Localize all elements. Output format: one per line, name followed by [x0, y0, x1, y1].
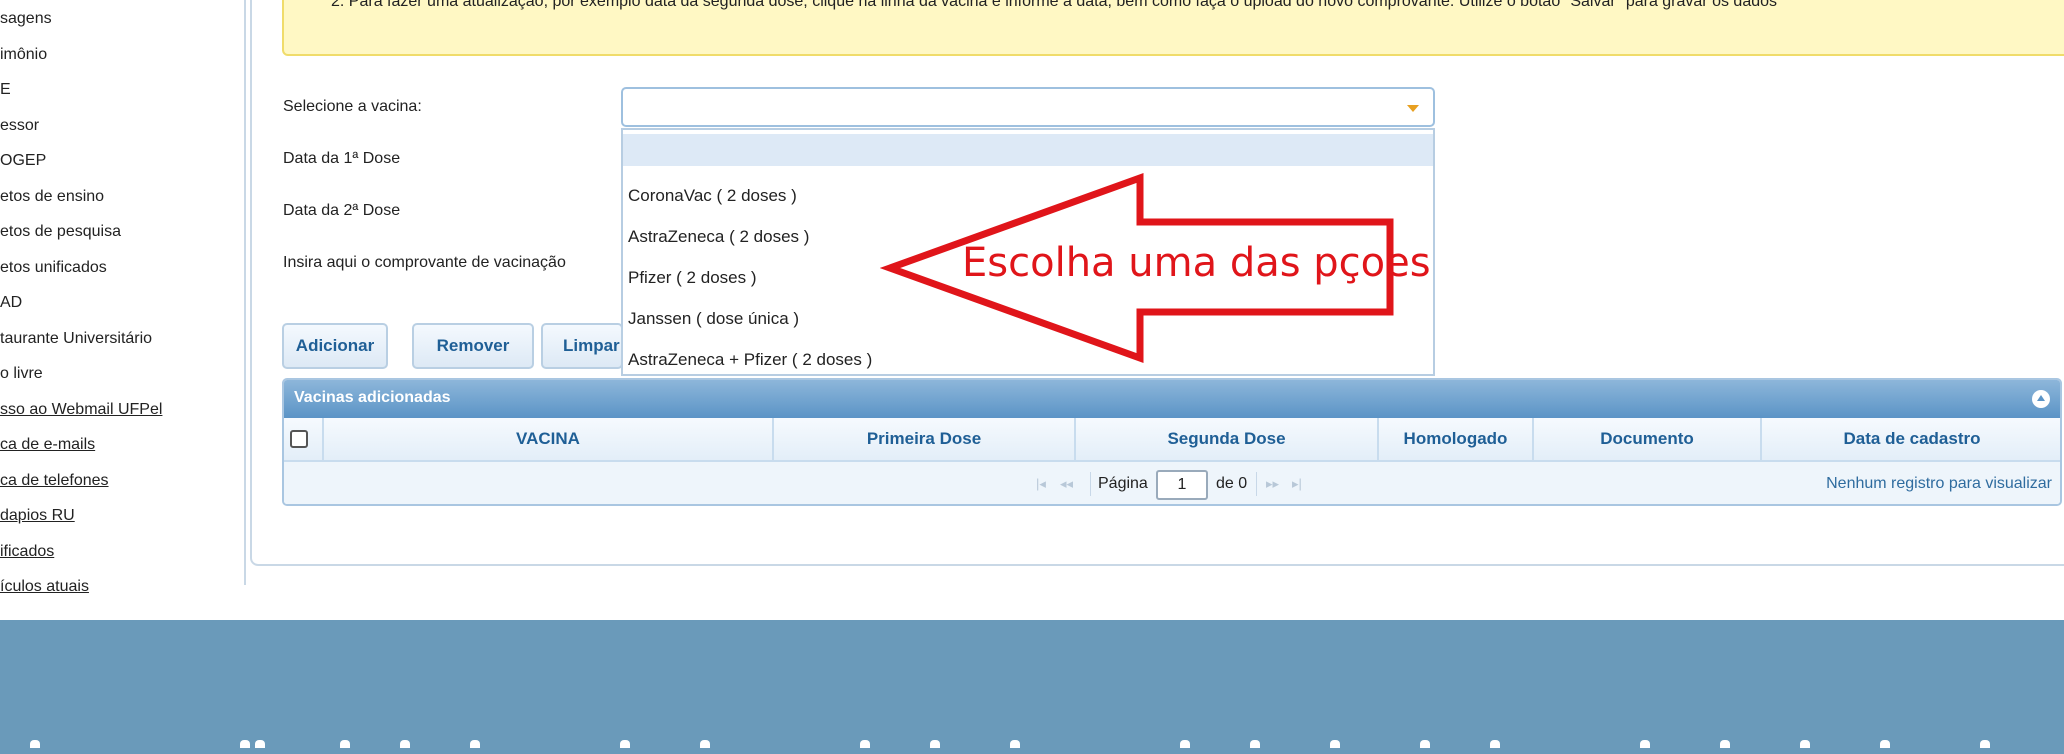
- footer-glyph: [1980, 740, 1990, 748]
- dropdown-arrow-icon[interactable]: [1407, 105, 1419, 112]
- footer-glyph: [1880, 740, 1890, 748]
- sidebar-item[interactable]: ificados: [0, 543, 54, 561]
- page-number-input[interactable]: 1: [1156, 470, 1208, 500]
- add-button[interactable]: Adicionar: [282, 323, 388, 369]
- sidebar-item[interactable]: taurante Universitário: [0, 330, 152, 348]
- grid-title-bar: Vacinas adicionadas: [284, 380, 2060, 418]
- footer-glyph: [930, 740, 940, 748]
- grid-title: Vacinas adicionadas: [294, 389, 451, 406]
- footer-glyph: [1420, 740, 1430, 748]
- dropdown-empty-option[interactable]: [623, 134, 1433, 166]
- no-records-text: Nenhum registro para visualizar: [1826, 475, 2052, 492]
- sidebar-item[interactable]: etos de pesquisa: [0, 223, 121, 241]
- col-primeira-dose[interactable]: Primeira Dose: [774, 418, 1076, 460]
- select-vaccine-label: Selecione a vacina:: [283, 98, 422, 115]
- grid-pager: |◂ ◂◂ Página 1 de 0 ▸▸ ▸| Nenhum registr…: [284, 462, 2060, 504]
- col-segunda-dose[interactable]: Segunda Dose: [1076, 418, 1379, 460]
- footer-glyph: [860, 740, 870, 748]
- page-label: Página: [1098, 475, 1148, 492]
- footer-glyph: [1640, 740, 1650, 748]
- sidebar-item[interactable]: sso ao Webmail UFPel: [0, 401, 162, 419]
- sidebar-item[interactable]: o livre: [0, 365, 43, 383]
- option-coronavac[interactable]: CoronaVac ( 2 doses ): [628, 186, 797, 206]
- sidebar-item[interactable]: ca de e-mails: [0, 436, 95, 454]
- footer-glyph: [1490, 740, 1500, 748]
- page-of-label: de 0: [1216, 475, 1248, 492]
- sidebar-item[interactable]: imônio: [0, 46, 47, 64]
- notice-line-2: 2. Para fazer uma atualização, por exemp…: [331, 0, 1778, 10]
- annotation-text: Escolha uma das pçoes: [962, 240, 1431, 286]
- footer-glyph: [240, 740, 250, 748]
- footer-glyph: [1720, 740, 1730, 748]
- option-astrazeneca[interactable]: AstraZeneca ( 2 doses ): [628, 227, 809, 247]
- sidebar-item[interactable]: sagens: [0, 10, 52, 28]
- dose2-label: Data da 2ª Dose: [283, 202, 401, 219]
- footer-glyph: [470, 740, 480, 748]
- footer-glyph: [255, 740, 265, 748]
- first-page-icon[interactable]: |◂: [1036, 476, 1046, 492]
- sidebar-item[interactable]: etos de ensino: [0, 188, 104, 206]
- select-all-checkbox[interactable]: [290, 430, 308, 448]
- vaccines-grid: Vacinas adicionadas VACINA Primeira Dose…: [282, 378, 2062, 506]
- sidebar-item[interactable]: OGEP: [0, 152, 46, 170]
- footer-glyph: [1010, 740, 1020, 748]
- vaccine-select[interactable]: [621, 87, 1435, 127]
- col-vacina[interactable]: VACINA: [324, 418, 774, 460]
- footer-text-clipped: [0, 740, 2064, 754]
- footer-glyph: [1330, 740, 1340, 748]
- clear-button[interactable]: Limpar: [541, 323, 623, 369]
- pager-separator: [1256, 472, 1257, 496]
- sidebar-menu: sagens imônio Eessor OGEP etos de ensino etos…: [0, 0, 246, 595]
- footer-band: [0, 620, 2064, 754]
- upload-label: Insira aqui o comprovante de vacinação: [283, 254, 566, 271]
- option-janssen[interactable]: Janssen ( dose única ): [628, 309, 799, 329]
- col-data-cadastro[interactable]: Data de cadastro: [1762, 418, 2060, 460]
- footer-glyph: [1180, 740, 1190, 748]
- collapse-icon[interactable]: [2032, 390, 2050, 408]
- instructions-notice: 2. Para fazer uma atualização, por exemp…: [282, 0, 2064, 56]
- footer-glyph: [700, 740, 710, 748]
- footer-glyph: [400, 740, 410, 748]
- footer-glyph: [620, 740, 630, 748]
- option-pfizer[interactable]: Pfizer ( 2 doses ): [628, 268, 757, 288]
- dose1-label: Data da 1ª Dose: [283, 150, 401, 167]
- sidebar-item[interactable]: dapios RU: [0, 507, 75, 525]
- col-documento[interactable]: Documento: [1534, 418, 1762, 460]
- footer-glyph: [30, 740, 40, 748]
- footer-glyph: [1250, 740, 1260, 748]
- footer-glyph: [1800, 740, 1810, 748]
- sidebar-item[interactable]: ca de telefones: [0, 472, 109, 490]
- sidebar-item[interactable]: AD: [0, 294, 22, 312]
- sidebar-item[interactable]: ículos atuais: [0, 578, 89, 596]
- footer-glyph: [340, 740, 350, 748]
- col-homologado[interactable]: Homologado: [1379, 418, 1534, 460]
- grid-header-row: VACINA Primeira Dose Segunda Dose Homolo…: [284, 418, 2060, 462]
- prev-page-icon[interactable]: ◂◂: [1060, 476, 1073, 492]
- remove-button[interactable]: Remover: [412, 323, 534, 369]
- select-all-cell: [284, 418, 324, 460]
- sidebar-item[interactable]: essor: [0, 117, 39, 135]
- sidebar-item[interactable]: etos unificados: [0, 259, 107, 277]
- option-astrazeneca-pfizer[interactable]: AstraZeneca + Pfizer ( 2 doses ): [628, 350, 872, 370]
- pager-separator: [1090, 472, 1091, 496]
- last-page-icon[interactable]: ▸|: [1292, 476, 1302, 492]
- sidebar-item[interactable]: E: [0, 81, 11, 99]
- next-page-icon[interactable]: ▸▸: [1266, 476, 1279, 492]
